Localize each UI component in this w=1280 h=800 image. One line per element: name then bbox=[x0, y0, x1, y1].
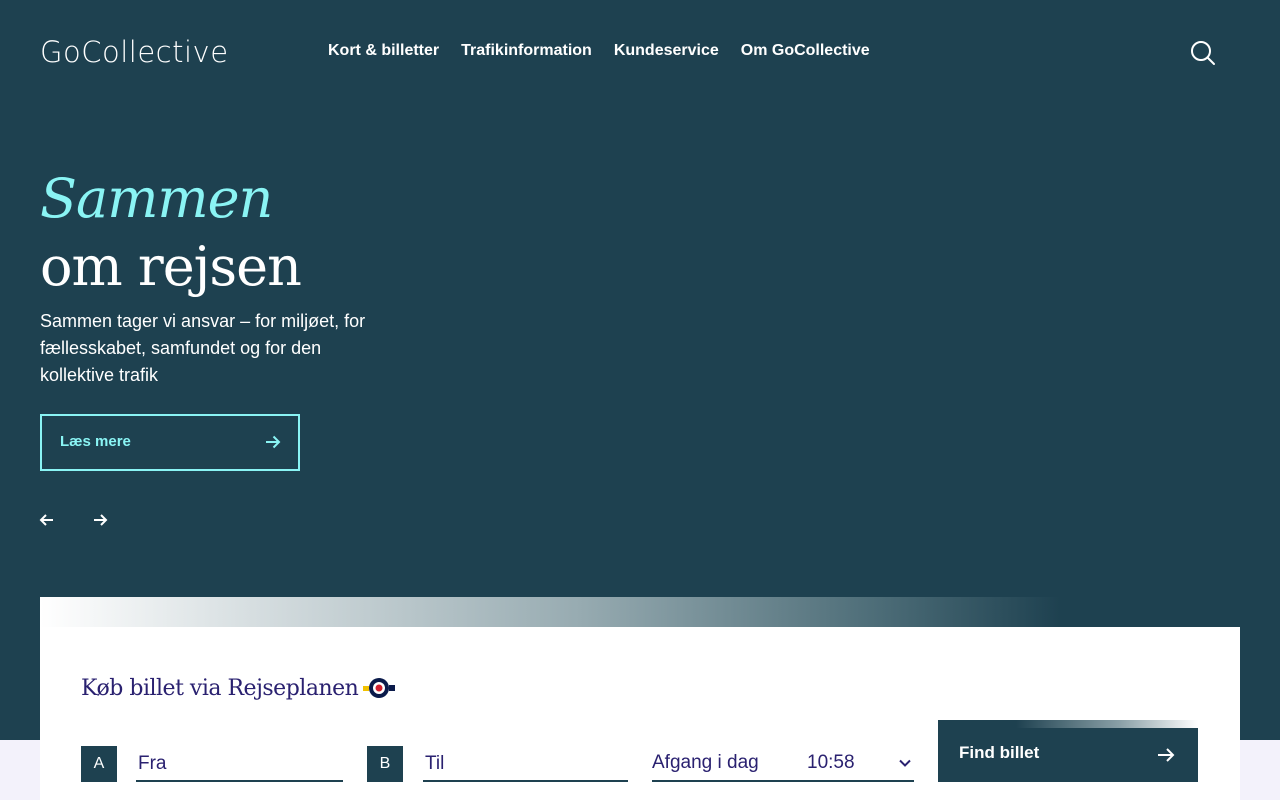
main-nav: Kort & billetter Trafikinformation Kunde… bbox=[328, 40, 870, 62]
logo[interactable]: GoCollective bbox=[40, 34, 229, 70]
arrow-left-icon bbox=[39, 514, 53, 526]
nav-item-kort-billetter[interactable]: Kort & billetter bbox=[328, 40, 439, 62]
read-more-button[interactable]: Læs mere bbox=[40, 414, 300, 471]
carousel-next-button[interactable] bbox=[90, 510, 110, 530]
carousel-prev-button[interactable] bbox=[37, 510, 57, 530]
find-ticket-gradient bbox=[938, 720, 1198, 728]
arrow-right-icon bbox=[94, 514, 108, 526]
find-ticket-wrapper: Find billet bbox=[938, 720, 1198, 782]
nav-item-om-gocollective[interactable]: Om GoCollective bbox=[741, 40, 870, 62]
find-ticket-button[interactable]: Find billet bbox=[938, 728, 1198, 782]
from-badge: A bbox=[81, 746, 117, 782]
to-badge: B bbox=[367, 746, 403, 782]
read-more-label: Læs mere bbox=[60, 433, 131, 450]
hero-headline-italic: Sammen bbox=[40, 167, 273, 230]
find-ticket-label: Find billet bbox=[959, 743, 1040, 762]
nav-item-kundeservice[interactable]: Kundeservice bbox=[614, 40, 719, 62]
chevron-down-icon bbox=[899, 759, 911, 767]
booking-title: Køb billet via Rejseplanen bbox=[81, 676, 359, 701]
from-input[interactable] bbox=[136, 748, 343, 782]
arrow-right-icon bbox=[1158, 748, 1175, 762]
hero-description: Sammen tager vi ansvar – for miljøet, fo… bbox=[40, 311, 366, 385]
departure-select[interactable]: Afgang i dag 10:58 bbox=[652, 748, 914, 782]
nav-item-trafikinformation[interactable]: Trafikinformation bbox=[461, 40, 592, 62]
departure-label: Afgang i dag bbox=[652, 752, 759, 773]
search-button[interactable] bbox=[1188, 38, 1218, 68]
departure-time: 10:58 bbox=[807, 752, 855, 773]
booking-gradient-strip bbox=[40, 597, 1240, 627]
to-input[interactable] bbox=[423, 748, 628, 782]
hero-headline: om rejsen bbox=[40, 235, 302, 298]
search-icon bbox=[1191, 41, 1215, 65]
rejseplanen-logo-icon bbox=[363, 678, 395, 698]
booking-panel: Køb billet via Rejseplanen A B Afgang i … bbox=[40, 627, 1240, 800]
arrow-right-icon bbox=[266, 435, 281, 449]
